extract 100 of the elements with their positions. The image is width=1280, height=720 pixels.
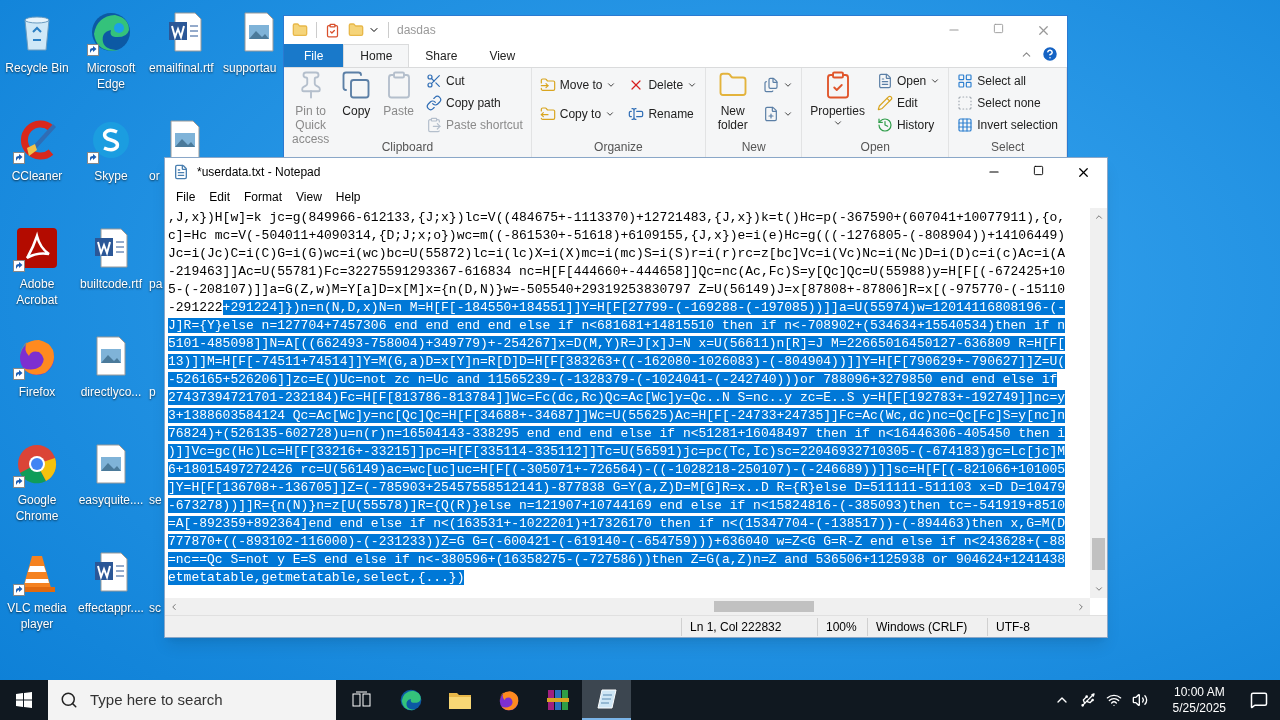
ribbon-button[interactable]: New folder	[710, 68, 756, 132]
desktop-icon-label[interactable]: Adobe Acrobat	[1, 276, 73, 308]
clock[interactable]: 10:00 AM 5/25/2025	[1160, 684, 1238, 716]
desktop-icon-label[interactable]: Skype	[75, 168, 147, 184]
ribbon-icon	[876, 73, 893, 89]
notification-icon[interactable]	[1250, 691, 1268, 709]
desktop-icon-label[interactable]: directlyco...	[75, 384, 147, 400]
device-icon[interactable]	[1079, 692, 1096, 708]
ribbon-tab[interactable]: View	[473, 44, 532, 67]
caret-icon	[930, 76, 941, 86]
maximize-icon[interactable]	[1033, 164, 1044, 176]
status-text: Windows (CRLF)	[867, 617, 987, 636]
code-text: 76824)+(526135-602728)u=n(r)n=16504143-338295 end end end else if n<51281+16048497 then if n<16446306-405450 then i	[168, 426, 1066, 441]
checklist-icon[interactable]	[325, 22, 340, 38]
code-text: ]Y=H[F[136708+-136705]]Z=(-785903+25457558512141)-877838 G=Y(a,Z)D=M[G]R=x..D R={R}else D=511111-511103 x=D D=10479	[168, 480, 1066, 495]
desktop-icon-label[interactable]: emailfinal.rtf	[148, 60, 214, 76]
search-icon	[60, 691, 78, 709]
ribbon-icon	[876, 95, 893, 111]
notepad-icon	[173, 164, 189, 180]
taskbar-app[interactable]	[582, 680, 631, 720]
code-text: -219463]]Ac=U(55781)Fc=32275591293367-616834 nc=H[F[444660+-444658]]Qc=nc(Ac,Fc)S=y[Qc]Qc=U(55988)y=H[F[(-672425+10	[168, 264, 1066, 279]
code-text: 13)]]M=H[F[-74511+74514]]Y=M(G,a)D=x[Y]n=R[D]D=H[F[383263+((-162080-1026083)-(-804904))]]Y=H[F[790629+-790627]]Z=U(	[168, 354, 1066, 369]
ribbon-button[interactable]: Delete	[624, 70, 702, 99]
ribbon-button[interactable]: Copy	[337, 68, 376, 118]
ribbon-button[interactable]: Cut	[422, 70, 527, 92]
group-label: New	[740, 140, 767, 154]
desktop-icon-label[interactable]: Firefox	[1, 384, 73, 400]
code-text: 777870+((-893102-116000)-(-231233))Z=G G=(-600421-(-619140-(-654759)))+636040 w=Z<G G=R-Z end else if n<243628+(-88	[168, 534, 1066, 549]
desktop-icon-label[interactable]: CCleaner	[1, 168, 73, 184]
scroll-thumb[interactable]	[714, 601, 814, 612]
scroll-thumb[interactable]	[1092, 538, 1105, 570]
status-text: 100%	[817, 617, 867, 636]
window-title: dasdas	[397, 22, 436, 39]
menu-item[interactable]: Edit	[202, 188, 238, 206]
desktop-icon-label[interactable]: Recycle Bin	[1, 60, 73, 76]
ribbon-button[interactable]: Open	[872, 70, 945, 92]
menu-item[interactable]: Format	[237, 188, 290, 206]
ribbon-button[interactable]: Edit	[872, 92, 945, 114]
code-text: -291222	[168, 300, 223, 315]
desktop-icon-label[interactable]: VLC media player	[1, 600, 73, 632]
ribbon-tab[interactable]: Share	[409, 44, 474, 67]
ribbon-icon	[957, 73, 974, 89]
group-label: Organize	[593, 140, 644, 154]
ribbon-icon	[426, 73, 443, 89]
swirl-icon	[89, 10, 133, 54]
file-tab[interactable]: File	[284, 44, 344, 67]
desktop-icon-label[interactable]: Google Chrome	[1, 492, 73, 524]
code-text: -526165+526206]]zc=E()Uc=not zc n=Uc and 11565239-(-1328379-(-1024041-(-242740)))or 788096+3279850 end end else if	[168, 372, 1058, 387]
search-field[interactable]: Type here to search	[48, 680, 336, 720]
scroll-left-icon[interactable]	[169, 601, 179, 612]
ribbon-button[interactable]: Copy path	[422, 92, 527, 114]
vertical-scrollbar[interactable]	[1090, 208, 1107, 598]
desktop-icon-label[interactable]: se	[148, 492, 162, 508]
desktop-icon-label[interactable]: easyquite....	[75, 492, 147, 508]
ribbon-icon	[763, 76, 780, 93]
ribbon-icon	[426, 117, 443, 133]
ribbon-button[interactable]: Select all	[953, 70, 1062, 92]
menu-item[interactable]: File	[169, 188, 203, 206]
code-text: 3+1388603584124 Qc=Ac[Wc]y=nc[Qc]Qc=H[F[34688+-34687]]Wc=U(55625)Ac=H[F[-24733+24735]]Fc=Ac(Wc,dc)nc=Qc[Fc]S=y[nc]n	[168, 408, 1066, 423]
ribbon-button[interactable]: Properties	[806, 68, 869, 128]
code-text: )]]Vc=gc(Hc)Lc=H[F[33216+-33215]]pc=H[F[335114-335112]]Tc=U(56591)jc=pc(Tc,Ic)sc=22046932710305-(-674183)gc=Lc[jc]M	[168, 444, 1066, 459]
scroll-up-icon[interactable]	[1093, 212, 1104, 222]
code-text: 5101-485098]]N=A[((662493-758004)+349779)+-254267]x=D(M,Y)R=J[x]J=N x=U(56611)n[R]=J M=22665016450127-636809 R=H[F[	[168, 336, 1066, 351]
desktop-icon-label[interactable]: sc	[148, 600, 161, 616]
code-text: 5-(-208107)]]a=G(Z,w)M=Y[a]D=x[M]x={n(D,N)}w=-505540+29319253830797 Z=U(56149)J=x[87808+-87806]R=x[(-975770-(-15110	[168, 282, 1066, 297]
ribbon-icon	[763, 105, 780, 122]
desktop-icon-label[interactable]: Microsoft Edge	[75, 60, 147, 92]
code-text: c]=Hc mc=V(-504011+4090314,{D;J;x;o})wc=m((-861530+-51618)+6109155,{J,x})e=i(e)Hc=g(((-1276805-(-808904))+14106449)	[168, 228, 1066, 243]
group-label: Clipboard	[380, 140, 435, 154]
caret-icon	[832, 118, 843, 128]
code-text: Jc=i(Jc)C=i(C)G=i(G)wc=i(wc)bc=U(55872)lc=i(lc)X=i(X)mc=i(mc)S=i(S)r=i(r)rc=z[bc]Vc=i(Vc)Nc=i(Nc)D=i(D)c=i(c)Ac=i(A	[168, 246, 1066, 261]
ribbon-icon	[539, 105, 556, 122]
menu-item[interactable]: View	[289, 188, 329, 206]
code-text: 27437394721701-232184)Fc=H[F[813786-813784]]Wc=Fc(dc,Rc)Qc=Ac[Wc]y=Qc..N S=nc..y zc=E..S y=H[F[192783+-192749]]nc=y	[168, 390, 1066, 405]
ribbon-button[interactable]: Invert selection	[953, 114, 1062, 136]
scroll-down-icon[interactable]	[1093, 584, 1104, 594]
window-title: *userdata.txt - Notepad	[197, 164, 321, 181]
ribbon-button[interactable]: Select none	[953, 92, 1062, 114]
ribbon-icon	[341, 70, 372, 100]
ribbon-button[interactable]: Copy to	[535, 99, 621, 128]
ribbon-button[interactable]: Move to	[535, 70, 621, 99]
scroll-right-icon[interactable]	[1076, 601, 1086, 612]
group-label: Select	[989, 140, 1026, 154]
network-icon[interactable]	[1105, 692, 1122, 708]
code-text: J]R={Y}else n=127704+7457306 end end end end else if n<681681+14815510 then if n<-708902+(534634+15540534)then if n	[168, 318, 1066, 333]
code-text: 6+18015497272426 rc=U(56149)ac=wc[uc]uc=H[F[(-305071+-726564)-((-1028218-250107)-(-246689))]]sc=H[F[(-821066+101005	[168, 462, 1066, 477]
horizontal-scrollbar[interactable]	[165, 598, 1090, 615]
windows-logo-icon	[16, 692, 32, 708]
ribbon-tab[interactable]: Home	[343, 44, 410, 67]
help-icon[interactable]	[1041, 45, 1059, 63]
group-label: Open	[859, 140, 891, 154]
code-text: +291224]})n=n(N,D,x)N=n M=H[F[-184550+184551]]Y=H[F[27799-(-169288-(-197085))]]a=U(55974)w=12014116808196-(-	[222, 300, 1066, 315]
status-text: UTF-8	[987, 617, 1077, 636]
ribbon-button[interactable]: Rename	[624, 99, 702, 128]
desktop-icon-label[interactable]: effectappr....	[75, 600, 147, 616]
ribbon-icon	[539, 76, 556, 93]
ribbon-button[interactable]: History	[872, 114, 945, 136]
speaker-icon[interactable]	[1131, 692, 1148, 708]
ribbon-icon	[957, 117, 974, 133]
menu-item[interactable]: Help	[328, 188, 368, 206]
